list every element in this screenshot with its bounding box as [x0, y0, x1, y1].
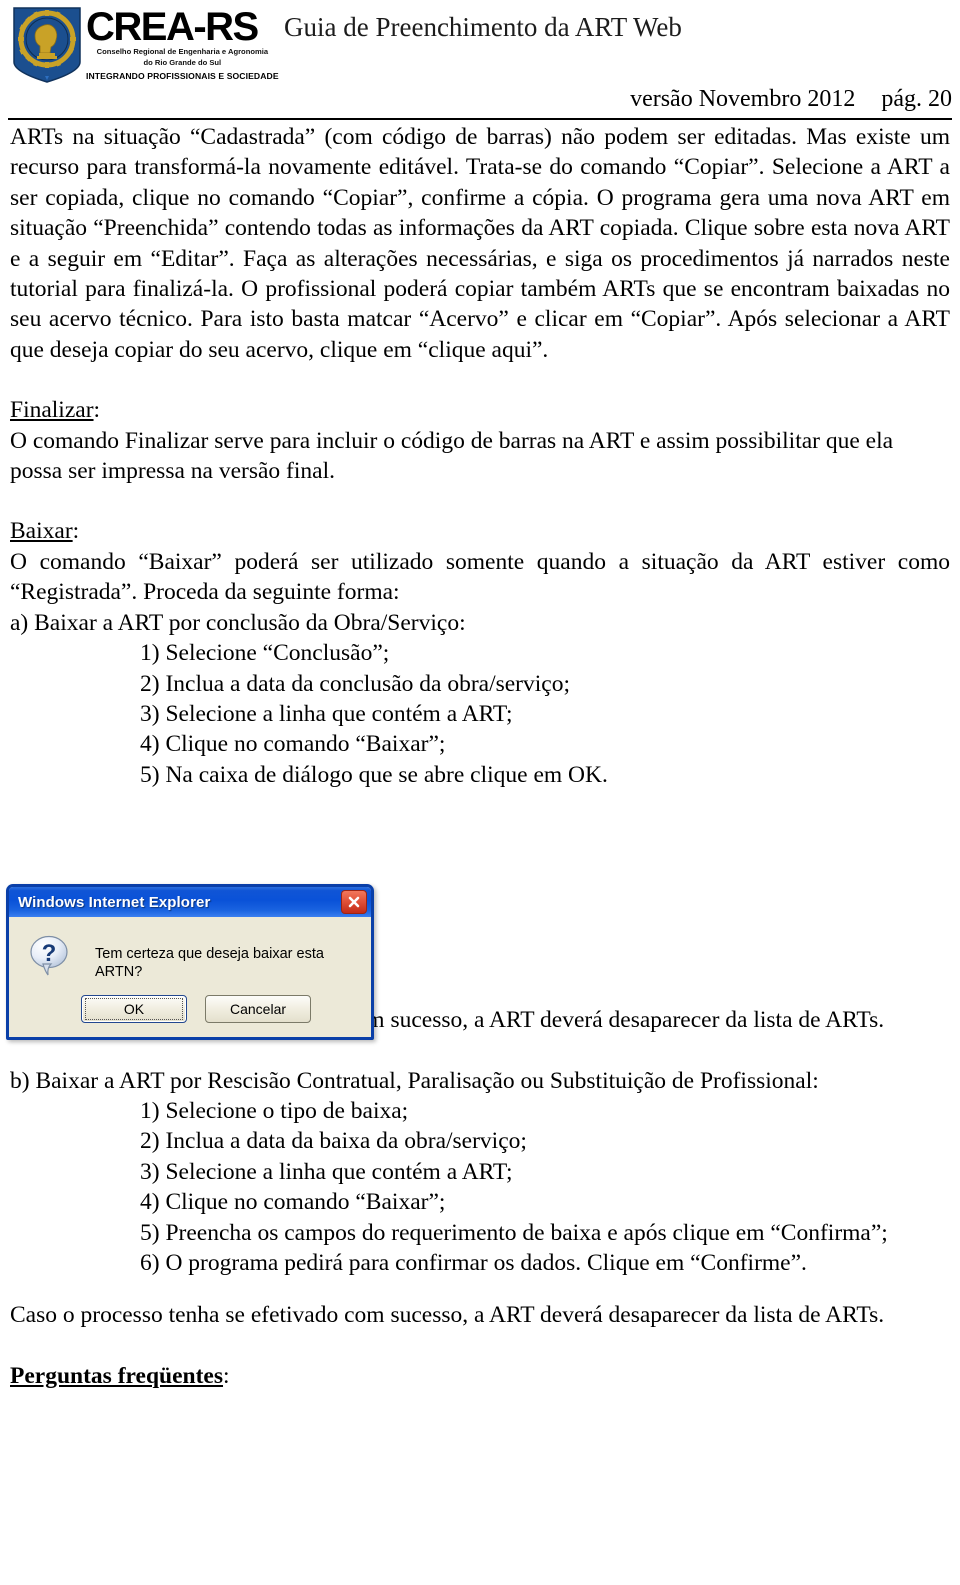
- baixar-heading: Baixar:: [10, 516, 950, 546]
- header-top-row: CREA-RS Conselho Regional de Engenharia …: [0, 0, 960, 83]
- item-a-step-3: 3) Selecione a linha que contém a ART;: [140, 700, 513, 727]
- item-b-step-2: 2) Inclua a data da baixa da obra/serviç…: [140, 1128, 527, 1155]
- logo-tagline: INTEGRANDO PROFISSIONAIS E SOCIEDADE: [86, 70, 279, 81]
- finalizar-heading-text: Finalizar: [10, 397, 94, 424]
- header-divider: [8, 118, 952, 120]
- document-title: Guia de Preenchimento da ART Web: [284, 12, 682, 42]
- finalizar-heading: Finalizar:: [10, 395, 950, 425]
- item-b-step-4: 4) Clique no comando “Baixar”;: [140, 1189, 446, 1216]
- page-number-label: pág. 20: [881, 86, 952, 112]
- dialog-button-row: OK Cancelar: [9, 981, 371, 1038]
- document-body: ARTs na situação “Cadastrada” (com códig…: [0, 122, 960, 1391]
- baixar-heading-text: Baixar: [10, 518, 73, 545]
- close-icon[interactable]: [341, 890, 367, 914]
- version-label: versão Novembro 2012: [630, 86, 856, 112]
- item-b-label: b) Baixar a ART por Rescisão Contratual,…: [10, 1067, 819, 1094]
- item-a-block: a) Baixar a ART por conclusão da Obra/Se…: [10, 608, 950, 790]
- intro-paragraph: ARTs na situação “Cadastrada” (com códig…: [10, 124, 950, 363]
- faq-heading: Perguntas freqüentes:: [10, 1361, 950, 1391]
- logo-subtitle-line1: Conselho Regional de Engenharia e Agrono…: [96, 46, 269, 56]
- dialog-title: Windows Internet Explorer: [18, 893, 211, 911]
- item-a-step-5: 5) Na caixa de diálogo que se abre cliqu…: [140, 761, 608, 788]
- crea-rs-logo: CREA-RS Conselho Regional de Engenharia …: [12, 4, 284, 83]
- item-a-step-1: 1) Selecione “Conclusão”;: [140, 640, 390, 667]
- faq-heading-colon: :: [223, 1362, 230, 1389]
- baixar-paragraph: O comando “Baixar” poderá ser utilizado …: [10, 548, 950, 606]
- logo-subtitle-line2: do Rio Grande do Sul: [143, 57, 222, 67]
- baixar-heading-colon: :: [72, 518, 80, 545]
- dialog-body: ? Tem certeza que deseja baixar esta ART…: [9, 917, 371, 982]
- dialog-titlebar[interactable]: Windows Internet Explorer: [9, 887, 371, 917]
- faq-heading-text: Perguntas freqüentes: [10, 1362, 224, 1389]
- header-version-page: versão Novembro 2012 pág. 20: [630, 86, 952, 113]
- item-b-step-5: 5) Preencha os campos do requerimento de…: [140, 1219, 888, 1246]
- internet-explorer-dialog: Windows Internet Explorer ? Tem certeza …: [6, 884, 374, 1041]
- item-b-block: b) Baixar a ART por Rescisão Contratual,…: [10, 1066, 950, 1279]
- ok-button[interactable]: OK: [81, 995, 187, 1024]
- svg-text:?: ?: [42, 940, 57, 967]
- cancel-button[interactable]: Cancelar: [205, 995, 311, 1024]
- dialog-message: Tem certeza que deseja baixar esta ARTN?: [95, 946, 324, 981]
- question-bubble-icon: ?: [27, 933, 73, 979]
- item-b-step-3: 3) Selecione a linha que contém a ART;: [140, 1158, 513, 1185]
- item-b-step-6: 6) O programa pedirá para confirmar os d…: [140, 1249, 807, 1276]
- item-a-label: a) Baixar a ART por conclusão da Obra/Se…: [10, 609, 466, 636]
- item-a-step-2: 2) Inclua a data da conclusão da obra/se…: [140, 670, 570, 697]
- crea-logo-text: CREA-RS Conselho Regional de Engenharia …: [86, 4, 279, 81]
- finalizar-heading-colon: :: [93, 397, 101, 424]
- item-a-step-4: 4) Clique no comando “Baixar”;: [140, 731, 446, 758]
- page-header: CREA-RS Conselho Regional de Engenharia …: [0, 0, 960, 122]
- crea-shield-icon: [12, 6, 82, 83]
- closing-paragraph: Caso o processo tenha se efetivado com s…: [10, 1302, 885, 1329]
- finalizar-paragraph: O comando Finalizar serve para incluir o…: [10, 427, 894, 485]
- logo-wordmark: CREA-RS: [86, 4, 259, 49]
- item-b-step-1: 1) Selecione o tipo de baixa;: [140, 1097, 409, 1124]
